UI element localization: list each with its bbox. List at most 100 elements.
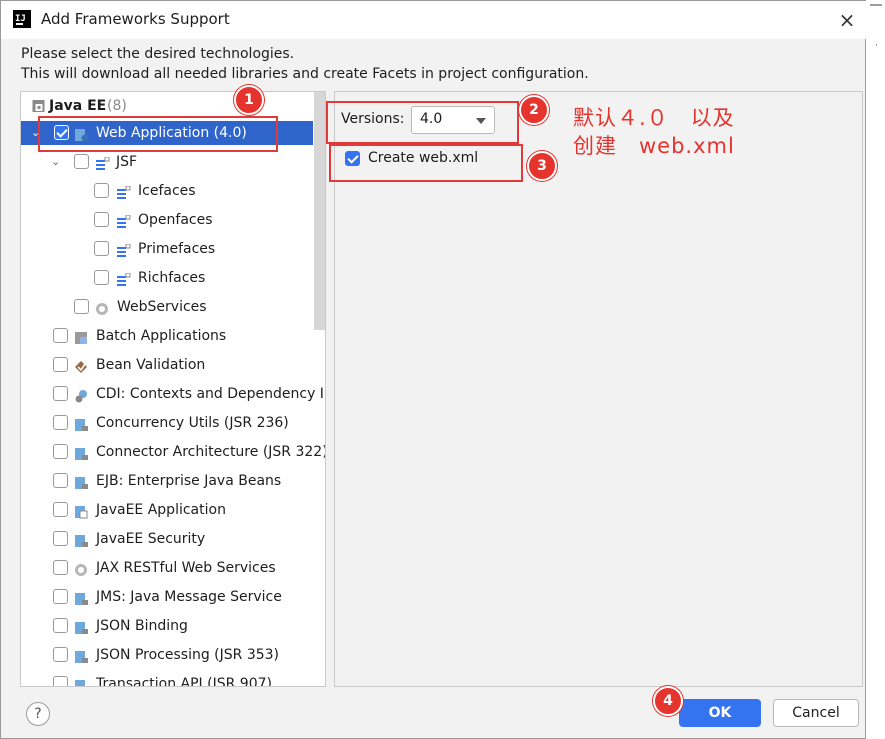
tree-item-checkbox[interactable] [53,502,68,517]
tree-item[interactable]: Primefaces [21,237,313,261]
jsf-icon [95,155,110,170]
tree-item[interactable]: JSON Processing (JSR 353) [21,643,313,667]
tree-item-checkbox[interactable] [94,241,109,256]
tree-item[interactable]: JavaEE Security [21,527,313,551]
jsf-icon [116,213,131,228]
tree-item-label: JavaEE Application [96,502,226,518]
tree-item-checkbox[interactable] [94,270,109,285]
background-line [876,44,877,46]
tree-item[interactable]: Richfaces [21,266,313,290]
tree-item-label: Batch Applications [96,328,227,344]
chevron-down-icon[interactable]: ⌄ [51,150,60,174]
help-button[interactable]: ? [26,702,50,726]
tree-item-label: JSF [116,154,138,170]
javaee-icon [74,503,89,519]
jsf-icon [116,271,131,286]
annotation-badge-1: 1 [234,85,264,115]
ok-button[interactable]: OK [679,699,761,727]
tree-item-label: EJB: Enterprise Java Beans [96,473,282,489]
tree-item-checkbox[interactable] [74,154,89,169]
tree-item-checkbox[interactable] [53,618,68,633]
tree-item-checkbox[interactable] [53,531,68,546]
technologies-tree[interactable]: Java EE (8) ⌄ Web Application (4.0) ⌄ JSF Ic… [20,91,326,687]
tree-item[interactable]: Batch Applications [21,324,313,348]
intellij-app-icon: IJ [13,10,31,28]
tree-group-count: (8) [107,98,127,114]
tree-item-label: JAX RESTful Web Services [96,560,276,576]
tree-item[interactable]: Icefaces [21,179,313,203]
tree-item-checkbox[interactable] [53,473,68,488]
tree-item-checkbox[interactable] [74,299,89,314]
tree-item[interactable]: Transaction API (JSR 907) [21,672,313,687]
batch-icon [74,329,89,344]
tree-item-checkbox[interactable] [53,589,68,604]
tree-item[interactable]: Concurrency Utils (JSR 236) [21,411,313,435]
java-ee-group-icon [32,100,45,112]
tree-group-label: Java EE [49,98,107,114]
module-icon [74,532,89,547]
tree-item-label: Connector Architecture (JSR 322) [96,444,326,460]
tree-item-checkbox[interactable] [53,357,68,372]
tree-item-label: Concurrency Utils (JSR 236) [96,415,289,431]
tree-item-label: JavaEE Security [96,531,206,547]
tree-item[interactable]: JMS: Java Message Service [21,585,313,609]
cancel-button[interactable]: Cancel [773,699,859,727]
tree-item[interactable]: JAX RESTful Web Services [21,556,313,580]
tree-item-checkbox[interactable] [53,647,68,662]
dialog-title: Add Frameworks Support [41,10,230,28]
tree-item[interactable]: JavaEE Application [21,498,313,522]
cdi-icon [74,387,89,403]
tree-item[interactable]: ⌄ JSF [21,150,313,174]
tree-item[interactable]: WebServices [21,295,313,319]
tree-item[interactable]: Bean Validation [21,353,313,377]
annotation-note-line-1: 默认４.０ 以及 [573,106,735,130]
module-icon [74,590,89,605]
annotation-box-versions [326,101,519,144]
tree-item[interactable]: EJB: Enterprise Java Beans [21,469,313,493]
annotation-box-create-xml [329,144,523,182]
module-icon [74,648,89,663]
annotation-badge-4: 4 [653,686,683,716]
tree-item-checkbox[interactable] [53,415,68,430]
tree-item-label: WebServices [117,299,207,315]
tree-item-label: Openfaces [138,212,213,228]
tree-item-label: Primefaces [138,241,216,257]
tree-group-java-ee[interactable]: Java EE (8) [21,94,313,118]
globe-icon [95,300,110,315]
tree-item[interactable]: CDI: Contexts and Dependency Inj [21,382,325,406]
tree-item-checkbox[interactable] [94,183,109,198]
background-window-strip [866,0,885,739]
tree-item-checkbox[interactable] [53,328,68,343]
tree-item-label: JSON Processing (JSR 353) [96,647,280,663]
tree-item-checkbox[interactable] [94,212,109,227]
module-icon [74,619,89,634]
tree-item[interactable]: Connector Architecture (JSR 322) [21,440,325,464]
annotation-badge-2: 2 [519,95,549,125]
jsf-icon [116,242,131,257]
title-bar: IJ Add Frameworks Support × [1,1,867,39]
tree-item-checkbox[interactable] [53,676,68,686]
tree-item-label: Richfaces [138,270,206,286]
annotation-note-line-2: 创建 web.xml [573,134,735,158]
background-line [870,4,882,6]
tree-item-label: JSON Binding [96,618,188,634]
annotation-badge-3: 3 [527,151,557,181]
globe-icon [74,561,89,576]
jsf-icon [116,184,131,199]
description-line-1: Please select the desired technologies. [21,46,295,62]
tree-item-label: Transaction API (JSR 907) [96,676,272,687]
close-button[interactable]: × [833,7,861,33]
tree-item-checkbox[interactable] [53,560,68,575]
tree-item-checkbox[interactable] [53,444,68,459]
module-icon [74,445,89,460]
tree-item-label: CDI: Contexts and Dependency Inj [96,386,326,402]
tree-item-checkbox[interactable] [53,386,68,401]
tree-item-label: Bean Validation [96,357,206,373]
tree-item[interactable]: Openfaces [21,208,313,232]
tree-item-label: Icefaces [138,183,196,199]
tree-item[interactable]: JSON Binding [21,614,313,638]
module-icon [74,416,89,431]
description-line-2: This will download all needed libraries … [21,66,589,82]
tree-item-label: JMS: Java Message Service [96,589,282,605]
tree-scrollbar-thumb[interactable] [314,92,325,330]
